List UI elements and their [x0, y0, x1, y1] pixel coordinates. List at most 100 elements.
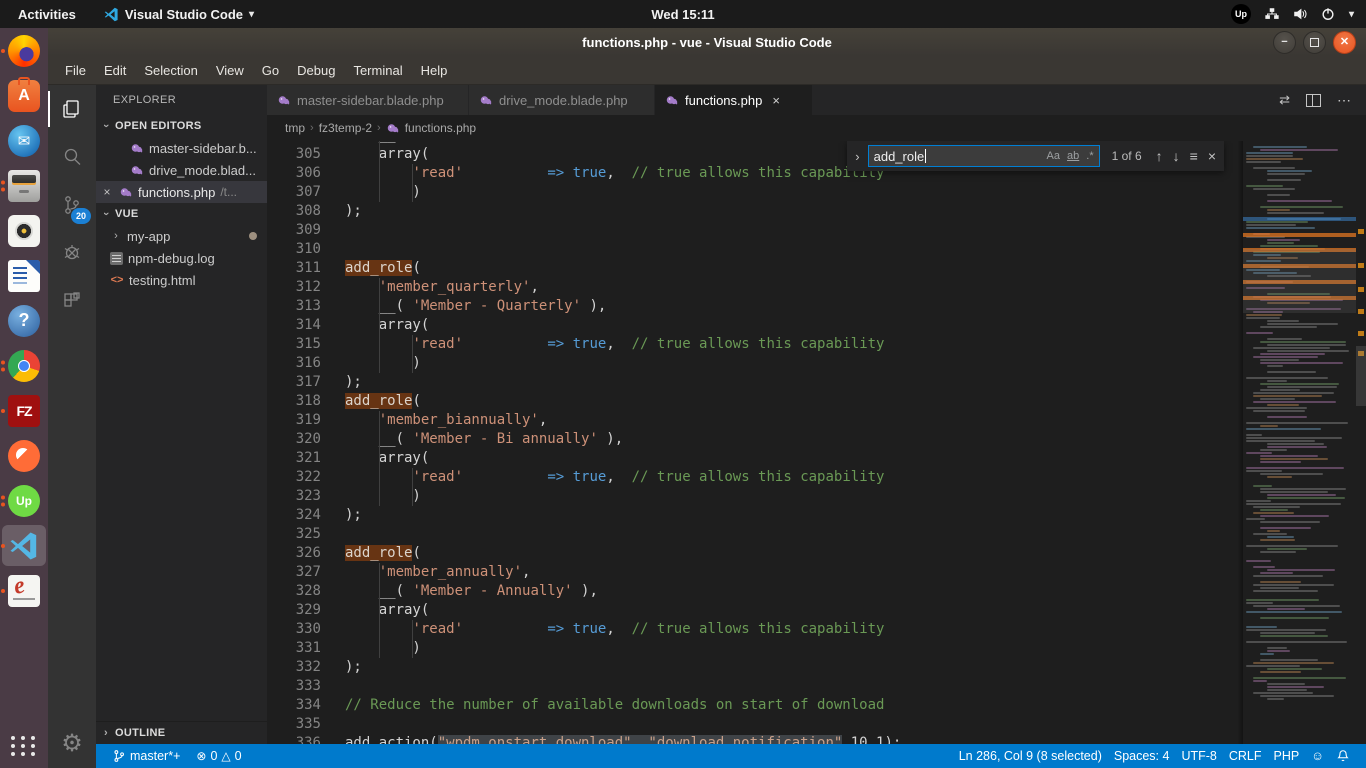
breadcrumb-item[interactable]: fz3temp-2	[319, 121, 372, 135]
breadcrumb-item[interactable]: tmp	[285, 121, 305, 135]
tab-drive-mode-blade-php[interactable]: drive_mode.blade.php	[469, 85, 655, 115]
tab-functions-php[interactable]: functions.php×	[655, 85, 813, 115]
libreoffice-writer-launcher[interactable]	[0, 253, 48, 298]
tree-item-my-app[interactable]: ›my-app	[96, 225, 267, 247]
tree-item-testing-html[interactable]: <>testing.html	[96, 269, 267, 291]
minimap-code-line	[1267, 683, 1305, 685]
minimap-code-line	[1246, 317, 1280, 319]
menu-view[interactable]: View	[207, 63, 253, 78]
postman-launcher[interactable]	[0, 433, 48, 478]
whole-word-icon[interactable]: ab	[1067, 150, 1079, 162]
minimap-code-line	[1246, 422, 1348, 424]
encoding-indicator[interactable]: UTF-8	[1175, 749, 1222, 763]
indentation-indicator[interactable]: Spaces: 4	[1108, 749, 1176, 763]
close-tab-icon[interactable]: ×	[772, 93, 780, 108]
media-player-launcher[interactable]	[0, 208, 48, 253]
menu-go[interactable]: Go	[253, 63, 288, 78]
notifications-bell-icon[interactable]	[1330, 749, 1356, 763]
minimize-button[interactable]: −	[1273, 31, 1296, 54]
find-in-selection-icon[interactable]: ≡	[1188, 148, 1200, 164]
source-control-icon[interactable]: 20	[48, 181, 96, 229]
tree-item-npm-debug-log[interactable]: npm-debug.log	[96, 247, 267, 269]
document-signer-launcher[interactable]	[0, 568, 48, 613]
upwork-tray-icon[interactable]: Up	[1231, 4, 1251, 24]
power-icon[interactable]	[1321, 7, 1335, 21]
menu-edit[interactable]: Edit	[95, 63, 135, 78]
vscode-launcher[interactable]	[0, 523, 48, 568]
menu-file[interactable]: File	[56, 63, 95, 78]
eol-indicator[interactable]: CRLF	[1223, 749, 1268, 763]
menu-help[interactable]: Help	[412, 63, 457, 78]
file-manager-launcher[interactable]	[0, 163, 48, 208]
breadcrumb[interactable]: tmp›fz3temp-2›functions.php	[267, 115, 1366, 141]
activities-button[interactable]: Activities	[0, 7, 94, 22]
open-editor-item[interactable]: drive_mode.blad...	[96, 159, 267, 181]
close-find-icon[interactable]: ×	[1206, 148, 1218, 164]
volume-icon[interactable]	[1293, 7, 1307, 21]
search-icon[interactable]	[48, 133, 96, 181]
debug-icon[interactable]	[48, 229, 96, 277]
system-menu-caret-icon[interactable]: ▾	[1349, 9, 1354, 20]
previous-match-icon[interactable]: ↑	[1154, 148, 1165, 164]
tab-label: master-sidebar.blade.php	[297, 93, 444, 108]
code-line: 336add_action("wpdm_onstart_download", "…	[267, 734, 1240, 744]
html-file-icon: <>	[110, 274, 124, 286]
cursor-position[interactable]: Ln 286, Col 9 (8 selected)	[953, 749, 1108, 763]
scrollbar-slider[interactable]	[1356, 346, 1366, 406]
problems-indicator[interactable]: ⊗ 0 △ 0	[190, 749, 247, 763]
extensions-icon[interactable]	[48, 277, 96, 325]
chrome-launcher[interactable]	[0, 343, 48, 388]
open-editor-item[interactable]: ×functions.php/t...	[96, 181, 267, 203]
vscode-logo-icon	[104, 7, 119, 22]
settings-gear-icon[interactable]: ⚙	[48, 720, 96, 768]
next-match-icon[interactable]: ↓	[1171, 148, 1182, 164]
show-applications-launcher[interactable]	[0, 724, 48, 768]
thunderbird-launcher[interactable]: ✉	[0, 118, 48, 163]
title-bar[interactable]: functions.php - vue - Visual Studio Code…	[48, 28, 1366, 56]
running-indicator	[1, 180, 5, 191]
regex-icon[interactable]: .*	[1086, 150, 1093, 162]
open-editor-item[interactable]: master-sidebar.b...	[96, 137, 267, 159]
line-number: 329	[267, 601, 321, 620]
outline-header[interactable]: › OUTLINE	[96, 721, 267, 744]
minimap-code-line	[1267, 497, 1345, 499]
minimap-code-line	[1267, 698, 1284, 700]
breadcrumb-item[interactable]: functions.php	[405, 121, 476, 135]
toggle-replace-icon[interactable]: ›	[853, 149, 861, 164]
minimap-slider[interactable]	[1243, 249, 1356, 313]
project-header[interactable]: › VUE	[96, 203, 267, 225]
minimap-code-line	[1267, 344, 1346, 346]
git-branch-indicator[interactable]: master*+	[106, 749, 186, 763]
split-editor-icon[interactable]	[1306, 94, 1321, 107]
minimap[interactable]	[1243, 141, 1356, 744]
code-editor[interactable]: › add_role Aa ab .* 1 of 6	[267, 141, 1366, 744]
open-changes-icon[interactable]: ⇄	[1279, 92, 1290, 108]
ubuntu-software-launcher[interactable]: A	[0, 73, 48, 118]
match-case-icon[interactable]: Aa	[1047, 150, 1060, 162]
open-editors-header[interactable]: › OPEN EDITORS	[96, 115, 267, 137]
close-button[interactable]: ✕	[1333, 31, 1356, 54]
tab-master-sidebar-blade-php[interactable]: master-sidebar.blade.php	[267, 85, 469, 115]
network-icon[interactable]	[1265, 7, 1279, 21]
firefox-launcher[interactable]	[0, 28, 48, 73]
find-input[interactable]: add_role Aa ab .*	[868, 145, 1100, 167]
running-indicator	[1, 544, 5, 548]
maximize-button[interactable]	[1303, 31, 1326, 54]
explorer-icon[interactable]	[48, 85, 96, 133]
language-indicator[interactable]: PHP	[1268, 749, 1306, 763]
minimap-code-line	[1246, 641, 1347, 643]
minimap-code-line	[1253, 188, 1295, 190]
filezilla-launcher[interactable]: FZ	[0, 388, 48, 433]
gnome-top-bar: Activities Visual Studio Code ▾ Wed 15:1…	[0, 0, 1366, 28]
app-indicator[interactable]: Visual Studio Code ▾	[94, 7, 264, 22]
overview-ruler[interactable]	[1356, 141, 1366, 744]
menu-terminal[interactable]: Terminal	[344, 63, 411, 78]
upwork-launcher[interactable]: Up	[0, 478, 48, 523]
help-launcher[interactable]: ?	[0, 298, 48, 343]
minimap-code-line	[1246, 227, 1315, 229]
menu-debug[interactable]: Debug	[288, 63, 344, 78]
more-actions-icon[interactable]: ⋯	[1337, 92, 1352, 109]
menu-selection[interactable]: Selection	[135, 63, 206, 78]
feedback-smiley-icon[interactable]: ☺	[1305, 749, 1330, 763]
close-editor-icon[interactable]: ×	[100, 185, 114, 199]
